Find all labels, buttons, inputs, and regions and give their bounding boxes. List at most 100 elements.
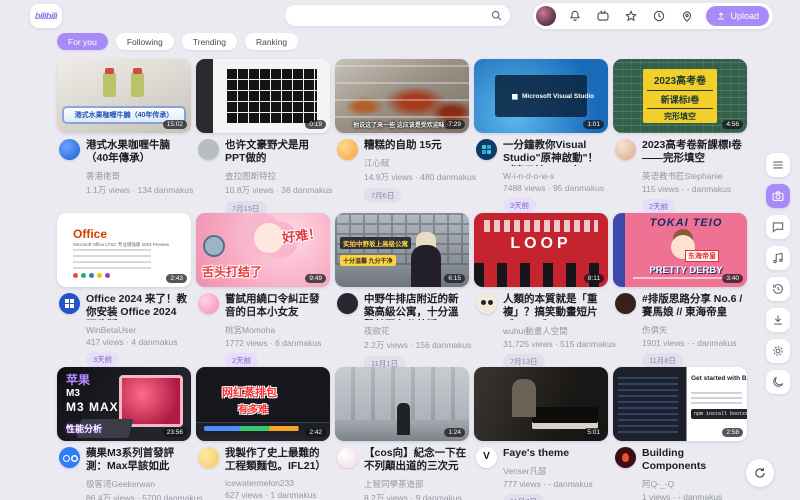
video-card[interactable]: 好难！舌头打结了9:49嘗試用繞口令糾正發音的日本小女友桃宮Momoha1772… [196,213,330,361]
moon-tool-button[interactable] [766,370,790,394]
video-thumbnail[interactable]: 港式水果咖喱牛腩（40年传承）15:02 [57,59,191,133]
video-title[interactable]: 【cos向】紀念一下在不列顛出道的三次元 [364,447,467,473]
uploader-name[interactable]: 桃宮Momoha [225,324,328,336]
uploader-avatar[interactable] [476,139,497,160]
video-thumbnail[interactable]: LOOP8:11 [474,213,608,287]
video-card[interactable]: 实拍中野坂上高级公寓十分温馨 九分干净6:15 中野牛排店附近的新築高級公寓，十分… [335,213,469,361]
video-card[interactable]: TOKAI TEIO东海帝皇PRETTY DERBY3:40 #排版思路分享 No… [613,213,747,361]
site-logo[interactable]: bilibili [30,4,62,28]
location-pin-icon[interactable] [678,7,696,25]
uploader-name[interactable]: 阿Q-_-Q [642,478,745,490]
uploader-avatar[interactable] [476,447,497,468]
uploader-avatar[interactable] [59,447,80,468]
uploader-avatar[interactable] [198,139,219,160]
duration-badge: 1:01 [583,120,604,129]
uploader-name[interactable]: 极客湾Geekerwan [86,478,189,490]
uploader-name[interactable]: 香港佬哥 [86,170,189,182]
settings-tool-button[interactable] [766,339,790,363]
history-tool-button[interactable] [766,277,790,301]
uploader-name[interactable]: 伤俱矢 [642,324,745,336]
menu-tool-button[interactable] [766,153,790,177]
bell-icon[interactable] [566,7,584,25]
video-title[interactable]: Building Components [642,447,745,473]
uploader-name[interactable]: 英语教书匠Stephanie [642,170,745,182]
video-thumbnail[interactable]: Get started with Bootstrapnpm install bo… [613,367,747,441]
video-title[interactable]: 糟糕的自助 15元 [364,139,467,152]
uploader-avatar[interactable] [59,139,80,160]
video-thumbnail[interactable]: 0:19 [196,59,330,133]
uploader-avatar[interactable] [198,293,219,314]
video-title[interactable]: Faye's theme [503,447,606,460]
uploader-avatar[interactable] [337,139,358,160]
video-card[interactable]: LOOP8:11 人類的本質就是「重複」？搞笑動畫短片《LOOP》 wuhui動畫人… [474,213,608,361]
video-card[interactable]: 他说这了来一些 这应该是受欢迎味的7:29糟糕的自助 15元江心赋14.9万 v… [335,59,469,207]
uploader-name[interactable]: wuhui動畫人空間 [503,325,606,337]
video-card[interactable]: 5:01Faye's themeVenser凡瑟777 views · - da… [474,367,608,500]
chat-tool-button[interactable] [766,215,790,239]
history-clock-icon[interactable] [650,7,668,25]
video-title[interactable]: 中野牛排店附近的新築高級公寓，十分溫馨甚至九分乾淨 [364,293,467,320]
search-icon[interactable] [490,9,503,22]
video-title[interactable]: 2023高考卷新課標I卷——完形填空 [642,139,745,165]
video-thumbnail[interactable]: 2023高考卷新课标I卷完形填空4:56 [613,59,747,133]
user-avatar[interactable] [536,6,556,26]
uploader-name[interactable]: icewatermelon233 [225,478,328,488]
video-title[interactable]: 我製作了史上最難的工程類麵包。IFL21） [225,447,328,473]
video-thumbnail[interactable]: 1:24 [335,367,469,441]
video-card[interactable]: 苹果M3M3 MAX性能分析23:56 蘋果M3系列首發評測：Max早該如此极客湾… [57,367,191,500]
uploader-name[interactable]: 江心赋 [364,157,467,169]
video-title[interactable]: 蘋果M3系列首發評測：Max早該如此 [86,447,189,473]
uploader-avatar[interactable] [337,447,358,468]
video-thumbnail[interactable]: 网红蒸排包有多难2:42 [196,367,330,441]
tab-ranking[interactable]: Ranking [245,33,298,50]
music-tool-button[interactable] [766,246,790,270]
uploader-avatar[interactable] [615,293,636,314]
star-icon[interactable] [622,7,640,25]
video-thumbnail[interactable]: 苹果M3M3 MAX性能分析23:56 [57,367,191,441]
video-title[interactable]: 港式水果咖喱牛腩（40年傳承） [86,139,189,165]
video-card[interactable]: 港式水果咖喱牛腩（40年传承）15:02港式水果咖喱牛腩（40年傳承）香港佬哥1… [57,59,191,207]
video-thumbnail[interactable]: 实拍中野坂上高级公寓十分温馨 九分干净6:15 [335,213,469,287]
video-title[interactable]: 一分鐘教你Visual Studio"原神啟動"！（適用於Blend） [503,139,606,166]
search-bar[interactable] [285,5,510,26]
download-tool-button[interactable] [766,308,790,332]
tab-for-you[interactable]: For you [57,33,108,50]
video-title[interactable]: 嘗試用繞口令糾正發音的日本小女友 [225,293,328,319]
video-card[interactable]: Get started with Bootstrapnpm install bo… [613,367,747,500]
uploader-name[interactable]: 查拉图斯特拉 [225,170,328,182]
video-title[interactable]: #排版思路分享 No.6 / 賽馬娘 // 東海帝皇 [642,293,745,319]
video-card[interactable]: 网红蒸排包有多难2:42 我製作了史上最難的工程類麵包。IFL21） icewate… [196,367,330,500]
video-card[interactable]: 1:24【cos向】紀念一下在不列顛出道的三次元上智同學茶道部8.2万 view… [335,367,469,500]
video-thumbnail[interactable]: 他说这了来一些 这应该是受欢迎味的7:29 [335,59,469,133]
uploader-name[interactable]: 夜欲花 [364,325,467,337]
video-title[interactable]: 也许文豪野犬是用PPT做的 [225,139,328,165]
video-thumbnail[interactable]: 好难！舌头打结了9:49 [196,213,330,287]
uploader-avatar[interactable] [615,139,636,160]
video-title[interactable]: Office 2024 来了！教你安装 Office 2024 预览版! [86,293,189,320]
uploader-avatar[interactable] [615,447,636,468]
video-thumbnail[interactable]: OfficeMicrosoft Office LTSC 专业增强版 2024 P… [57,213,191,287]
video-card[interactable]: 0:19也许文豪野犬是用PPT做的查拉图斯特拉10.8万 views · 36 … [196,59,330,207]
uploader-name[interactable]: 上智同學茶道部 [364,478,467,490]
video-thumbnail[interactable]: 5:01 [474,367,608,441]
refresh-button[interactable] [746,459,774,487]
camera-tool-button[interactable] [766,184,790,208]
uploader-avatar[interactable] [59,293,80,314]
uploader-avatar[interactable] [198,447,219,468]
video-thumbnail[interactable]: Microsoft Visual Studio1:01 [474,59,608,133]
uploader-name[interactable]: W-i-n-d-o-w-s [503,171,606,181]
video-card[interactable]: OfficeMicrosoft Office LTSC 专业增强版 2024 P… [57,213,191,361]
uploader-name[interactable]: Venser凡瑟 [503,465,606,477]
uploader-name[interactable]: WinBetaUser [86,325,189,335]
uploader-avatar[interactable] [337,293,358,314]
bilibili-tv-icon[interactable] [594,7,612,25]
video-card[interactable]: Microsoft Visual Studio1:01 一分鐘教你Visual S… [474,59,608,207]
uploader-avatar[interactable] [476,293,497,314]
video-thumbnail[interactable]: TOKAI TEIO东海帝皇PRETTY DERBY3:40 [613,213,747,287]
search-input[interactable] [292,10,490,21]
tab-trending[interactable]: Trending [182,33,237,50]
video-card[interactable]: 2023高考卷新课标I卷完形填空4:56 2023高考卷新課標I卷——完形填空英语… [613,59,747,207]
tab-following[interactable]: Following [116,33,174,50]
upload-button[interactable]: Upload [706,6,769,26]
video-title[interactable]: 人類的本質就是「重複」？搞笑動畫短片《LOOP》 [503,293,606,320]
